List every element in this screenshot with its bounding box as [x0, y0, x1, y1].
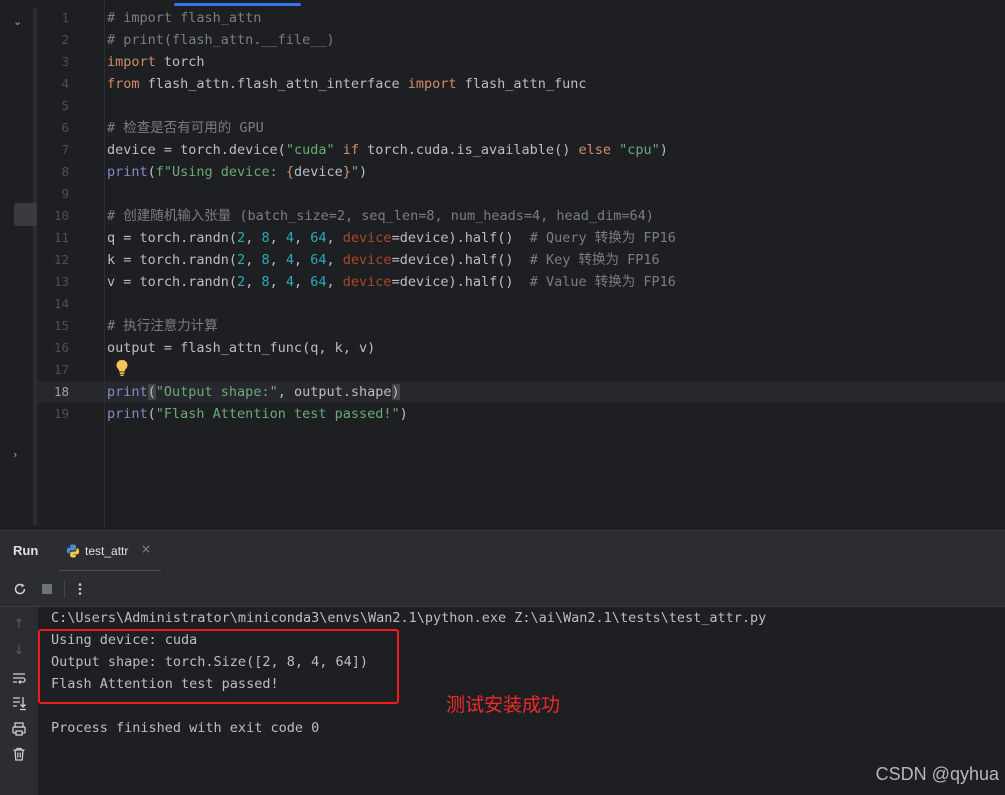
gutter-separator — [104, 0, 105, 530]
editor-left-strip: ⌄ › — [0, 0, 37, 530]
code-line: # print(flash_attn.__file__) — [107, 32, 335, 48]
soft-wrap-icon[interactable] — [11, 670, 27, 686]
line-number: 8 — [61, 164, 69, 179]
line-number: 13 — [53, 274, 69, 289]
chevron-down-icon[interactable]: ⌄ — [13, 14, 29, 30]
close-icon[interactable]: × — [141, 542, 151, 556]
more-options-icon[interactable] — [72, 581, 88, 597]
chevron-right-icon[interactable]: › — [13, 447, 29, 463]
line-number: 12 — [53, 252, 69, 267]
run-toolbar — [0, 571, 1005, 607]
highlight-box — [38, 629, 399, 704]
code-line: # 检查是否有可用的 GPU — [107, 120, 264, 136]
code-line: from flash_attn.flash_attn_interface imp… — [107, 76, 587, 92]
toolbar-separator — [64, 580, 65, 598]
annotation-text: 测试安装成功 — [446, 694, 561, 716]
line-number: 10 — [53, 208, 69, 223]
active-editor-tab-indicator — [174, 3, 301, 6]
line-numbers: 1 2 3 4 5 6 7 8 9 10 11 12 13 14 15 16 1… — [37, 7, 105, 425]
line-number: 19 — [53, 406, 69, 421]
console-exit-message: Process finished with exit code 0 — [51, 720, 320, 736]
code-editor[interactable]: ⌄ › 1 2 3 4 5 6 7 8 9 10 11 12 13 14 15 … — [0, 0, 1005, 530]
line-number: 14 — [53, 296, 69, 311]
console-command-line: C:\Users\Administrator\miniconda3\envs\W… — [51, 610, 767, 626]
code-line: import torch — [107, 54, 205, 70]
rerun-icon[interactable] — [12, 581, 28, 597]
code-line: print(f"Using device: {device}") — [107, 164, 368, 180]
line-number: 16 — [53, 340, 69, 355]
run-configuration-tab[interactable]: test_attr × — [59, 531, 161, 573]
line-number: 11 — [53, 230, 69, 245]
print-icon[interactable] — [11, 721, 27, 737]
scroll-to-end-icon[interactable] — [11, 695, 27, 711]
code-line: device = torch.device("cuda" if torch.cu… — [107, 142, 668, 158]
code-line: # 创建随机输入张量 (batch_size=2, seq_len=8, num… — [107, 208, 654, 224]
python-file-icon — [66, 544, 80, 558]
line-number: 2 — [61, 32, 69, 47]
lightbulb-icon[interactable] — [115, 359, 129, 377]
watermark: CSDN @qyhua — [875, 764, 999, 784]
code-line-current: print("Output shape:", output.shape) — [107, 384, 400, 400]
code-line: # import flash_attn — [107, 10, 262, 26]
line-number-current: 18 — [53, 384, 69, 399]
arrow-up-icon[interactable]: ↑ — [11, 617, 27, 633]
line-number: 6 — [61, 120, 69, 135]
console-side-toolbar: ↑ ↓ — [0, 607, 38, 795]
gutter-marker — [14, 203, 37, 226]
line-number: 3 — [61, 54, 69, 69]
code-content[interactable]: # import flash_attn # print(flash_attn._… — [107, 7, 1005, 425]
code-line: print("Flash Attention test passed!") — [107, 406, 408, 422]
run-tab-label: test_attr — [85, 544, 129, 558]
arrow-down-icon[interactable]: ↓ — [11, 643, 27, 659]
console-output[interactable]: C:\Users\Administrator\miniconda3\envs\W… — [38, 607, 1005, 795]
run-tool-window-header: Run test_attr × — [0, 531, 1005, 573]
line-number: 7 — [61, 142, 69, 157]
line-number: 17 — [53, 362, 69, 377]
code-line: v = torch.randn(2, 8, 4, 64, device=devi… — [107, 274, 676, 290]
line-number: 5 — [61, 98, 69, 113]
trash-icon[interactable] — [11, 746, 27, 762]
line-number: 9 — [61, 186, 69, 201]
code-line: q = torch.randn(2, 8, 4, 64, device=devi… — [107, 230, 676, 246]
line-number: 4 — [61, 76, 69, 91]
run-title: Run — [13, 543, 39, 558]
line-number: 1 — [61, 10, 69, 25]
code-line: k = torch.randn(2, 8, 4, 64, device=devi… — [107, 252, 660, 268]
code-line: output = flash_attn_func(q, k, v) — [107, 340, 376, 356]
stop-icon[interactable] — [39, 581, 55, 597]
line-number: 15 — [53, 318, 69, 333]
code-line: # 执行注意力计算 — [107, 318, 218, 334]
